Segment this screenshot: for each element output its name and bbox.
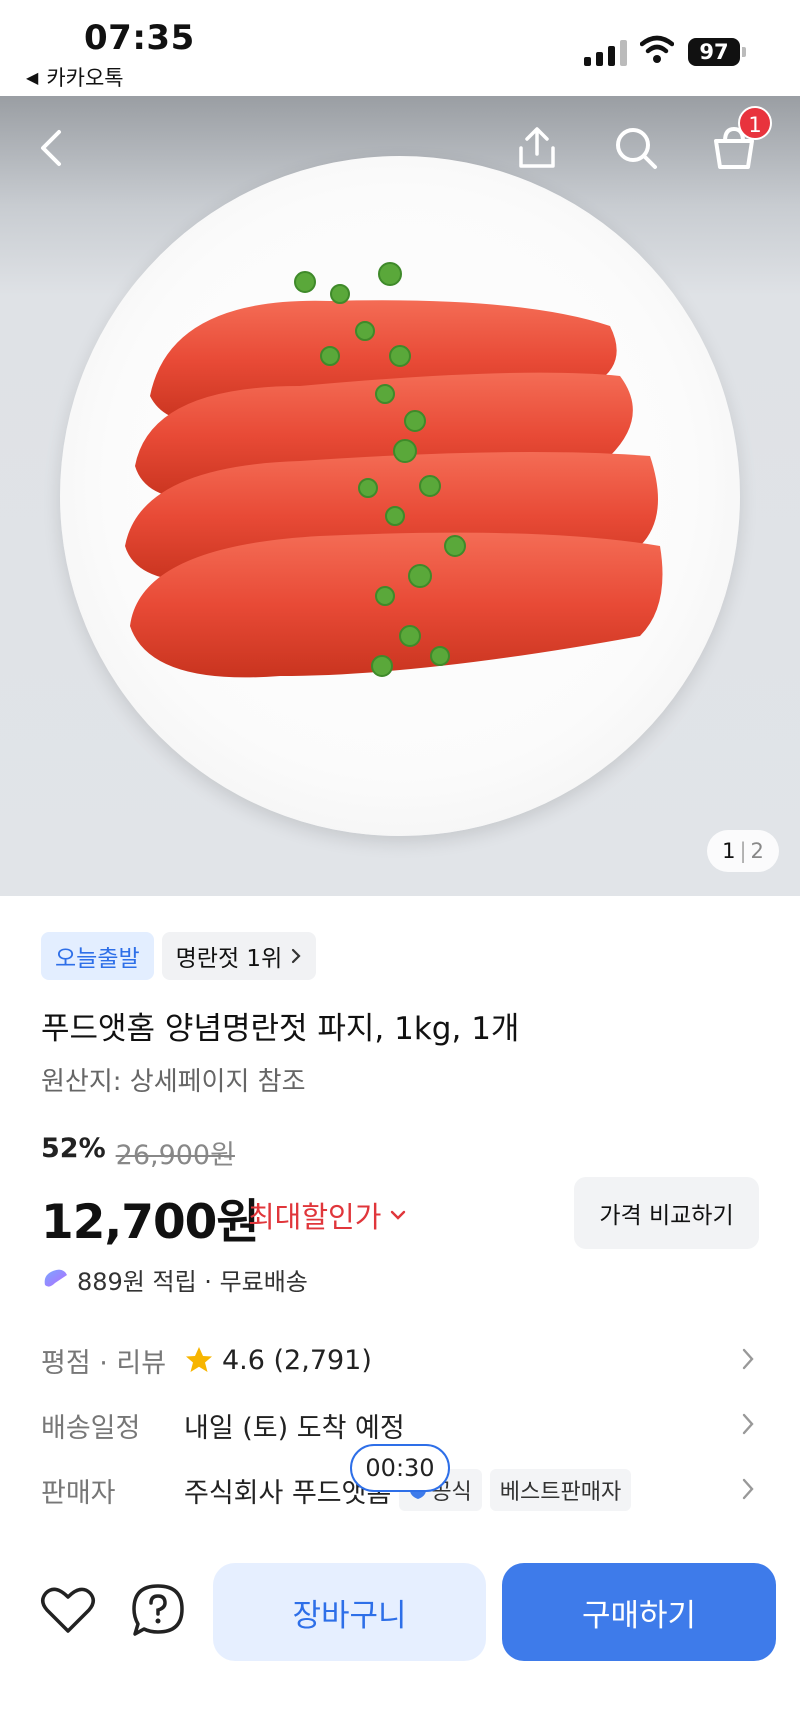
star-icon <box>186 1347 212 1372</box>
badge-today-shipping: 오늘출발 <box>41 932 154 980</box>
heart-icon <box>41 1587 95 1633</box>
rating-review-row[interactable]: 평점 · 리뷰 4.6 (2,791) <box>41 1335 761 1385</box>
countdown-timer: 00:30 <box>350 1444 450 1492</box>
delivery-row[interactable]: 배송일정 내일 (토) 도착 예정 <box>41 1400 761 1450</box>
chevron-right-icon <box>742 1348 754 1370</box>
badge-rank-label: 명란젓 1위 <box>175 946 283 972</box>
inquiry-button[interactable] <box>128 1580 188 1640</box>
battery-tip <box>742 47 746 57</box>
chevron-right-icon <box>292 948 301 964</box>
gallery-total: 2 <box>750 839 764 863</box>
rating-value-group: 4.6 (2,791) <box>184 1345 372 1376</box>
gallery-page-indicator: 1 | 2 <box>707 830 779 872</box>
point-icon <box>44 1269 67 1287</box>
chevron-right-icon <box>742 1413 754 1435</box>
original-price: 26,900원 <box>115 1140 235 1171</box>
back-triangle-icon: ◀ <box>26 67 39 87</box>
cart-count-badge: 1 <box>738 106 772 140</box>
signal-icon <box>584 38 627 66</box>
discount-percent: 52% <box>41 1133 106 1164</box>
battery-indicator: 97 <box>688 38 740 66</box>
back-app-label: 카카오톡 <box>46 66 124 90</box>
wishlist-button[interactable] <box>38 1580 98 1640</box>
product-title: 푸드앳홈 양념명란젓 파지, 1kg, 1개 <box>41 1011 520 1047</box>
gallery-current: 1 <box>722 839 736 863</box>
product-badges: 오늘출발 명란젓 1위 <box>41 932 317 980</box>
reward-text: 889원 적립 · 무료배송 <box>77 1268 308 1296</box>
back-button[interactable] <box>22 118 82 178</box>
reward-info: 889원 적립 · 무료배송 <box>41 1262 308 1297</box>
question-bubble-icon <box>132 1584 184 1636</box>
product-image-gallery[interactable]: 1 1 | 2 <box>0 96 800 896</box>
bottom-action-bar: 장바구니 구매하기 <box>0 1540 800 1731</box>
product-origin: 원산지: 상세페이지 참조 <box>41 1067 306 1097</box>
gallery-separator: | <box>739 839 747 863</box>
status-time: 07:35 <box>84 18 195 58</box>
buy-now-button[interactable]: 구매하기 <box>502 1563 776 1661</box>
back-to-app-link[interactable]: ◀ 카카오톡 <box>26 62 124 92</box>
delivery-value: 내일 (토) 도착 예정 <box>184 1412 405 1444</box>
delivery-label: 배송일정 <box>41 1412 141 1444</box>
share-icon <box>519 127 555 168</box>
discount-row: 52% 26,900원 <box>41 1133 235 1172</box>
rating-value: 4.6 (2,791) <box>222 1344 372 1376</box>
share-button[interactable] <box>507 118 567 178</box>
status-bar: 07:35 ◀ 카카오톡 97 <box>0 0 800 96</box>
product-photo <box>125 262 663 678</box>
add-to-cart-button[interactable]: 장바구니 <box>213 1563 486 1661</box>
chevron-down-icon <box>391 1210 406 1220</box>
max-discount-label: 최대할인가 <box>248 1200 382 1234</box>
best-seller-tag: 베스트판매자 <box>489 1469 632 1511</box>
search-button[interactable] <box>606 118 666 178</box>
seller-label: 판매자 <box>41 1477 116 1509</box>
search-icon <box>616 128 657 169</box>
sale-price: 12,700원 <box>41 1195 260 1250</box>
chevron-right-icon <box>742 1478 754 1500</box>
price-compare-button[interactable]: 가격 비교하기 <box>574 1177 759 1249</box>
max-discount-toggle[interactable]: 최대할인가 <box>248 1194 407 1236</box>
wifi-icon <box>640 35 674 63</box>
rating-label: 평점 · 리뷰 <box>41 1347 167 1379</box>
back-icon <box>41 130 61 166</box>
badge-category-rank[interactable]: 명란젓 1위 <box>161 932 317 980</box>
